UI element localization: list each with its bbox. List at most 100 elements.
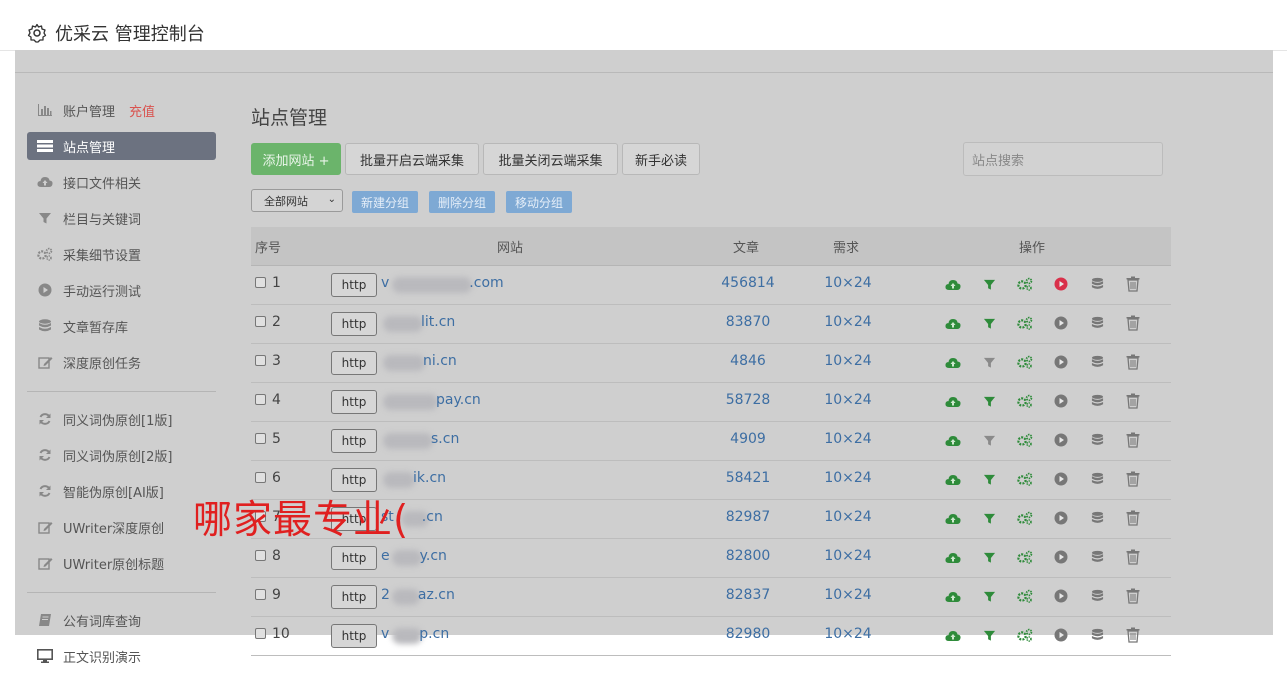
filter-icon[interactable] <box>971 547 1007 567</box>
filter-icon[interactable] <box>971 274 1007 294</box>
row-checkbox[interactable] <box>255 433 266 444</box>
article-count[interactable]: 456814 <box>708 275 788 291</box>
cloud-upload-icon[interactable] <box>935 313 971 333</box>
site-link[interactable]: v p.cn <box>381 626 581 642</box>
protocol-badge[interactable]: http <box>331 273 377 297</box>
sidebar-item-text-recognition[interactable]: 正文识别演示 <box>27 642 216 670</box>
gears-icon[interactable] <box>1007 274 1043 294</box>
database-icon[interactable] <box>1079 469 1115 489</box>
article-count[interactable]: 82987 <box>708 509 788 525</box>
cloud-upload-icon[interactable] <box>935 547 971 567</box>
article-count[interactable]: 82800 <box>708 548 788 564</box>
database-icon[interactable] <box>1079 391 1115 411</box>
database-icon[interactable] <box>1079 352 1115 372</box>
filter-icon[interactable] <box>971 352 1007 372</box>
trash-icon[interactable] <box>1115 391 1151 411</box>
site-link[interactable]: lit.cn <box>381 314 581 330</box>
cloud-upload-icon[interactable] <box>935 508 971 528</box>
group-select[interactable]: 全部网站 ⌄ <box>251 189 343 212</box>
row-checkbox[interactable] <box>255 394 266 405</box>
row-checkbox[interactable] <box>255 316 266 327</box>
demand-value[interactable]: 10×24 <box>808 353 888 369</box>
database-icon[interactable] <box>1079 313 1115 333</box>
demand-value[interactable]: 10×24 <box>808 431 888 447</box>
row-checkbox[interactable] <box>255 589 266 600</box>
sidebar-item-deep-original[interactable]: 深度原创任务 <box>27 348 216 376</box>
play-icon[interactable] <box>1043 469 1079 489</box>
site-link[interactable]: pay.cn <box>381 392 581 408</box>
site-link[interactable]: s.cn <box>381 431 581 447</box>
article-count[interactable]: 82980 <box>708 626 788 642</box>
article-count[interactable]: 4846 <box>708 353 788 369</box>
protocol-badge[interactable]: http <box>331 546 377 570</box>
sidebar-item-synonym-v1[interactable]: 同义词伪原创[1版] <box>27 405 216 433</box>
play-icon[interactable] <box>1043 274 1079 294</box>
site-link[interactable]: st .cn <box>381 509 581 525</box>
protocol-badge[interactable]: http <box>331 351 377 375</box>
article-count[interactable]: 58728 <box>708 392 788 408</box>
play-icon[interactable] <box>1043 508 1079 528</box>
site-link[interactable]: v .com <box>381 275 581 291</box>
sidebar-item-sites[interactable]: 站点管理 <box>27 132 216 160</box>
play-icon[interactable] <box>1043 313 1079 333</box>
trash-icon[interactable] <box>1115 469 1151 489</box>
database-icon[interactable] <box>1079 274 1115 294</box>
site-search-input[interactable]: 站点搜索 <box>963 142 1163 176</box>
trash-icon[interactable] <box>1115 625 1151 645</box>
article-count[interactable]: 82837 <box>708 587 788 603</box>
gears-icon[interactable] <box>1007 352 1043 372</box>
demand-value[interactable]: 10×24 <box>808 470 888 486</box>
filter-icon[interactable] <box>971 625 1007 645</box>
trash-icon[interactable] <box>1115 313 1151 333</box>
trash-icon[interactable] <box>1115 430 1151 450</box>
row-checkbox[interactable] <box>255 472 266 483</box>
row-checkbox[interactable] <box>255 550 266 561</box>
add-site-button[interactable]: 添加网站 + <box>251 143 341 175</box>
trash-icon[interactable] <box>1115 547 1151 567</box>
filter-icon[interactable] <box>971 586 1007 606</box>
protocol-badge[interactable]: http <box>331 624 377 648</box>
database-icon[interactable] <box>1079 430 1115 450</box>
database-icon[interactable] <box>1079 625 1115 645</box>
play-icon[interactable] <box>1043 586 1079 606</box>
sidebar-item-manual-run[interactable]: 手动运行测试 <box>27 276 216 304</box>
sidebar-item-account[interactable]: 账户管理 充值 <box>27 96 216 124</box>
cloud-upload-icon[interactable] <box>935 586 971 606</box>
gears-icon[interactable] <box>1007 391 1043 411</box>
cloud-upload-icon[interactable] <box>935 352 971 372</box>
gears-icon[interactable] <box>1007 469 1043 489</box>
cloud-upload-icon[interactable] <box>935 469 971 489</box>
gears-icon[interactable] <box>1007 586 1043 606</box>
play-icon[interactable] <box>1043 625 1079 645</box>
filter-icon[interactable] <box>971 469 1007 489</box>
gears-icon[interactable] <box>1007 547 1043 567</box>
demand-value[interactable]: 10×24 <box>808 548 888 564</box>
database-icon[interactable] <box>1079 547 1115 567</box>
trash-icon[interactable] <box>1115 352 1151 372</box>
play-icon[interactable] <box>1043 547 1079 567</box>
sidebar-item-uwriter-deep[interactable]: UWriter深度原创 <box>27 513 216 541</box>
filter-icon[interactable] <box>971 391 1007 411</box>
delete-group-button[interactable]: 删除分组 <box>429 191 496 213</box>
cloud-upload-icon[interactable] <box>935 625 971 645</box>
site-link[interactable]: ik.cn <box>381 470 581 486</box>
protocol-badge[interactable]: http <box>331 312 377 336</box>
gears-icon[interactable] <box>1007 508 1043 528</box>
demand-value[interactable]: 10×24 <box>808 314 888 330</box>
site-link[interactable]: 2 az.cn <box>381 587 581 603</box>
guide-button[interactable]: 新手必读 <box>622 143 700 175</box>
trash-icon[interactable] <box>1115 274 1151 294</box>
database-icon[interactable] <box>1079 508 1115 528</box>
row-checkbox[interactable] <box>255 355 266 366</box>
filter-icon[interactable] <box>971 508 1007 528</box>
batch-close-cloud-button[interactable]: 批量关闭云端采集 <box>483 143 618 175</box>
demand-value[interactable]: 10×24 <box>808 509 888 525</box>
batch-open-cloud-button[interactable]: 批量开启云端采集 <box>345 143 479 175</box>
gears-icon[interactable] <box>1007 430 1043 450</box>
trash-icon[interactable] <box>1115 586 1151 606</box>
sidebar-item-interface[interactable]: 接口文件相关 <box>27 168 216 196</box>
gears-icon[interactable] <box>1007 625 1043 645</box>
gears-icon[interactable] <box>1007 313 1043 333</box>
move-group-button[interactable]: 移动分组 <box>506 191 573 213</box>
row-checkbox[interactable] <box>255 628 266 639</box>
